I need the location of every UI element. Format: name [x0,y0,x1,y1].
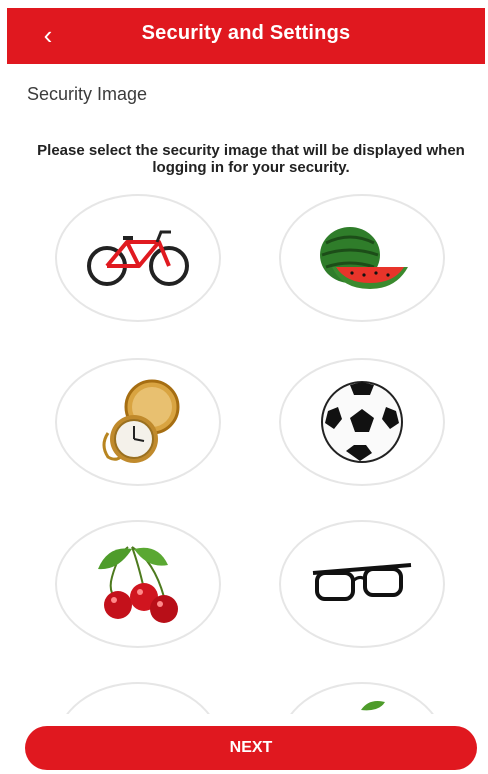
next-button[interactable]: NEXT [25,726,477,770]
leaf-icon [361,701,385,711]
security-image-pocket-watch[interactable] [55,358,221,486]
security-image-eyeglasses[interactable] [279,520,445,648]
security-image-option-8[interactable] [279,682,445,714]
security-image-cherries[interactable] [55,520,221,648]
page-title: Security and Settings [141,22,351,44]
security-image-panel: Security Image Please select the securit… [7,64,485,714]
section-title: Security Image [27,84,148,104]
security-image-watermelon[interactable] [279,194,445,322]
security-image-bicycle[interactable] [55,194,221,322]
instructions-text: Please select the security image that wi… [37,142,465,176]
cherries-icon [98,546,178,623]
security-image-soccer-ball[interactable] [279,358,445,486]
bicycle-icon [87,230,189,286]
soccer-ball-icon [321,381,403,463]
app-header: ‹ Security and Settings [7,8,485,64]
security-image-option-7[interactable] [55,682,221,714]
watermelon-icon [320,227,408,289]
eyeglasses-icon [312,563,412,601]
pocket-watch-icon [102,379,180,463]
